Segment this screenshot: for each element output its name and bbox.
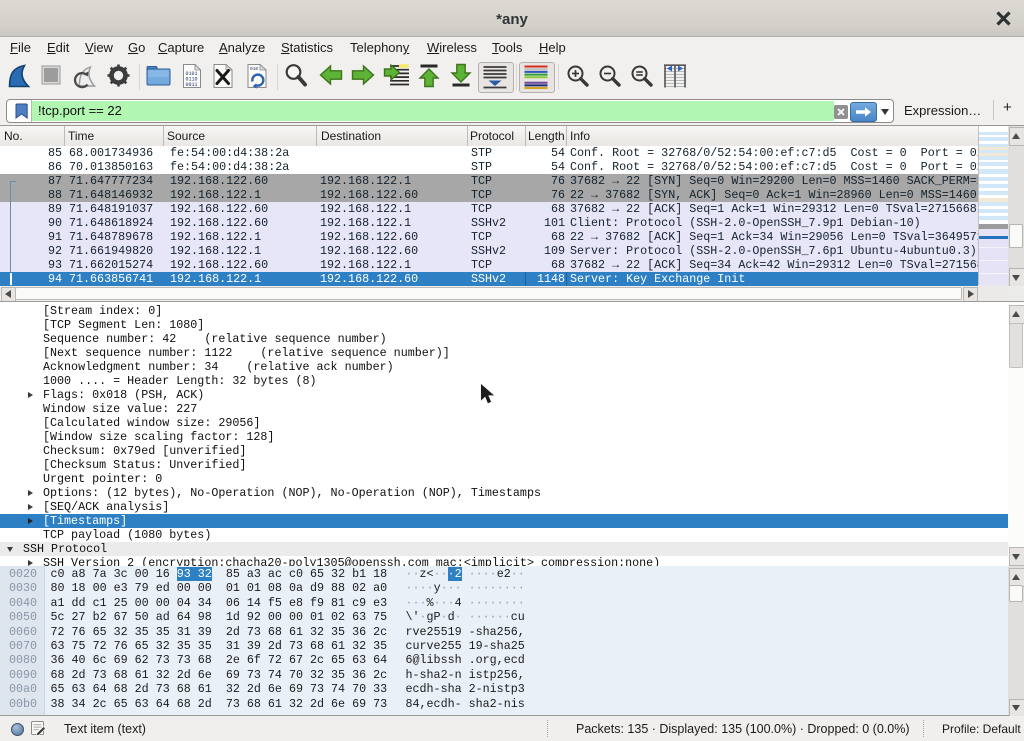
svg-text:010: 010 [250,66,258,72]
svg-text:0011: 0011 [186,82,198,88]
